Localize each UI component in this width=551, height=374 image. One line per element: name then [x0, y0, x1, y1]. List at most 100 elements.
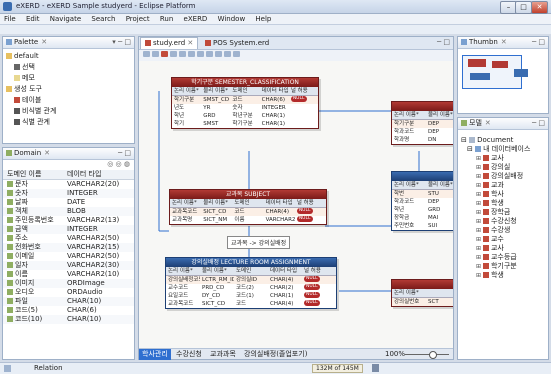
- marquee-tool-icon[interactable]: [152, 51, 159, 57]
- domain-tab[interactable]: Domain ✕ ─ □: [3, 148, 134, 160]
- tree-item-table[interactable]: ⊞ 학사: [458, 190, 548, 199]
- expand-icon[interactable]: ⊞: [476, 200, 483, 207]
- align-icon[interactable]: [197, 51, 204, 57]
- collapse-icon[interactable]: ⊟: [461, 136, 467, 144]
- domain-row[interactable]: 파일 CHAR(10): [3, 297, 134, 306]
- expand-icon[interactable]: ⊞: [476, 209, 483, 216]
- tree-item-table[interactable]: ⊞ 교사: [458, 154, 548, 163]
- view-menu-icon[interactable]: ─ □: [118, 148, 131, 159]
- palette-item[interactable]: 테이블: [3, 95, 134, 106]
- tree-item-table[interactable]: ⊞ 교수등급: [458, 253, 548, 262]
- tree-item-table[interactable]: ⊞ 학생: [458, 199, 548, 208]
- entity-attribute-row[interactable]: 장학금 MAI: [392, 214, 453, 222]
- export-icon[interactable]: [215, 51, 222, 57]
- domain-row[interactable]: 숫자 INTEGER: [3, 189, 134, 198]
- tab-study-erd[interactable]: study.erd ✕: [140, 37, 199, 49]
- tree-item-table[interactable]: ⊞ 학생: [458, 271, 548, 280]
- expand-icon[interactable]: ⊞: [476, 245, 483, 252]
- tree-item-table[interactable]: ⊞ 학기구분: [458, 262, 548, 271]
- domain-row[interactable]: 전화번호 VARCHAR2(15): [3, 243, 134, 252]
- entity-lecture-room-assignment[interactable]: 강의실배정 LECTURE ROOM ASSIGNMENT 논리 이름* 물리 이…: [165, 257, 337, 309]
- entity-attribute-row[interactable]: 주민번호 SUI: [392, 222, 453, 230]
- menu-file[interactable]: File: [0, 14, 20, 23]
- diagram-tab-2[interactable]: 교과과목: [207, 349, 239, 360]
- entity-attribute-row[interactable]: 학기구분 SMST_CD 코드 CHAR(6) NULL: [172, 96, 318, 104]
- validate-icon[interactable]: [233, 51, 240, 57]
- layout-icon[interactable]: [188, 51, 195, 57]
- domain-row[interactable]: 일자 VARCHAR2(30): [3, 261, 134, 270]
- menu-window[interactable]: Window: [214, 14, 250, 23]
- edit-domain-icon[interactable]: ◎: [116, 160, 122, 168]
- menu-help[interactable]: Help: [251, 14, 275, 23]
- expand-icon[interactable]: ⊞: [476, 182, 483, 189]
- tree-item-table[interactable]: ⊞ 수강생: [458, 226, 548, 235]
- close-icon[interactable]: ✕: [485, 119, 491, 127]
- thumbnail-tab[interactable]: Thumbn ✕ ─ □: [458, 37, 548, 49]
- zoom-level[interactable]: 100%: [385, 349, 405, 360]
- memory-indicator[interactable]: 132M of 145M: [312, 364, 363, 373]
- expand-icon[interactable]: ⊞: [476, 173, 483, 180]
- domain-row[interactable]: 코드(5) CHAR(6): [3, 306, 134, 315]
- palette-item[interactable]: 비식별 관계: [3, 106, 134, 117]
- view-menu-icon[interactable]: ─ □: [532, 37, 545, 48]
- tab-pos-system[interactable]: POS System.erd: [201, 38, 273, 49]
- tree-item-document[interactable]: ⊟ Document: [458, 136, 548, 145]
- close-icon[interactable]: ✕: [501, 38, 507, 46]
- print-icon[interactable]: [224, 51, 231, 57]
- domain-row[interactable]: 이름 VARCHAR2(10): [3, 270, 134, 279]
- palette-item[interactable]: 메모: [3, 73, 134, 84]
- palette-item[interactable]: default: [3, 51, 134, 62]
- menu-project[interactable]: Project: [122, 14, 154, 23]
- zoom-icon[interactable]: [179, 51, 186, 57]
- domain-row[interactable]: 오디오 ORDAudio: [3, 288, 134, 297]
- entity-attribute-row[interactable]: 학과명 DN: [392, 136, 453, 144]
- tree-item-table[interactable]: ⊞ 교과: [458, 181, 548, 190]
- menu-exerd[interactable]: eXERD: [180, 14, 212, 23]
- expand-icon[interactable]: ⊞: [476, 155, 483, 162]
- entity-subject[interactable]: 교과목 SUBJECT 논리 이름* 물리 이름* 도메인 데이터 타입 널 허용 교과…: [169, 189, 327, 225]
- domain-row[interactable]: 주소 VARCHAR2(50): [3, 234, 134, 243]
- entity-attribute-row[interactable]: 학과코드 DEP: [392, 198, 453, 206]
- grid-icon[interactable]: [206, 51, 213, 57]
- domain-row[interactable]: 이메일 VARCHAR2(50): [3, 252, 134, 261]
- relation-label[interactable]: 교과목 -> 강의실배정: [227, 236, 291, 249]
- domain-row[interactable]: 문자 VARCHAR2(20): [3, 180, 134, 189]
- entity-attribute-row[interactable]: 학기구분 DEP: [392, 120, 453, 128]
- entity-attribute-row[interactable]: 학기 SMST 학기구분 CHAR(1): [172, 120, 318, 128]
- entity-right-lecture[interactable]: 논리 이름* 강의실번호 SCT: [391, 279, 453, 307]
- diagram-tab-0[interactable]: 학사관리: [139, 349, 171, 360]
- expand-icon[interactable]: ⊞: [476, 254, 483, 261]
- domain-row[interactable]: 금액 INTEGER: [3, 225, 134, 234]
- close-icon[interactable]: ✕: [187, 39, 193, 47]
- menu-edit[interactable]: Edit: [22, 14, 44, 23]
- menu-run[interactable]: Run: [156, 14, 177, 23]
- entity-semester-classification[interactable]: 학기구분 SEMESTER_CLASSIFICATION 논리 이름* 물리 이름…: [171, 77, 319, 129]
- entity-right-student[interactable]: 논리 이름* 물리 이름* 학번 STU 학과코드 DEP 학년 GRD 장학금 MAI 주민번호…: [391, 171, 453, 231]
- domain-row[interactable]: 객체 BLOB: [3, 207, 134, 216]
- entity-attribute-row[interactable]: 강의실배정코드 LCTR_RM_ID 강의실ID CHAR(4) NULL: [166, 276, 336, 284]
- tree-item-table[interactable]: ⊞ 강의실배정: [458, 172, 548, 181]
- expand-icon[interactable]: ⊞: [476, 263, 483, 270]
- tree-item-table[interactable]: ⊞ 교사: [458, 244, 548, 253]
- domain-row[interactable]: 코드(10) CHAR(10): [3, 315, 134, 324]
- entity-attribute-row[interactable]: 교과목코드 SICT_CD 코드 CHAR(4) NULL: [166, 300, 336, 308]
- collapse-icon[interactable]: ⊟: [467, 145, 473, 153]
- palette-item[interactable]: 생성 도구: [3, 84, 134, 95]
- tree-item-table[interactable]: ⊞ 장학금: [458, 208, 548, 217]
- entity-attribute-row[interactable]: 요일코드 DY_CD 코드(1) CHAR(1) NULL: [166, 292, 336, 300]
- view-menu-icon[interactable]: ─ □: [437, 38, 450, 46]
- domain-col-name[interactable]: 도메인 이름: [3, 170, 67, 179]
- entity-attribute-row[interactable]: 학년 GRD 학년구분 CHAR(1): [172, 112, 318, 120]
- expand-icon[interactable]: ⊞: [476, 218, 483, 225]
- domain-col-type[interactable]: 데이터 타입: [67, 170, 101, 179]
- close-button[interactable]: ✕: [531, 1, 548, 14]
- tree-item-table[interactable]: ⊞ 교수: [458, 235, 548, 244]
- diagram-tab-1[interactable]: 수강신청: [173, 349, 205, 360]
- palette-tab[interactable]: Palette ✕ ▾ ─ □: [3, 37, 134, 49]
- expand-icon[interactable]: ⊞: [476, 272, 483, 279]
- tree-item-diagram[interactable]: ⊟ 내 데이터베이스: [458, 145, 548, 154]
- menu-search[interactable]: Search: [87, 14, 119, 23]
- thumbnail-preview[interactable]: [458, 49, 548, 113]
- view-menu-icon[interactable]: ─ □: [532, 118, 545, 129]
- select-tool-icon[interactable]: [143, 51, 150, 57]
